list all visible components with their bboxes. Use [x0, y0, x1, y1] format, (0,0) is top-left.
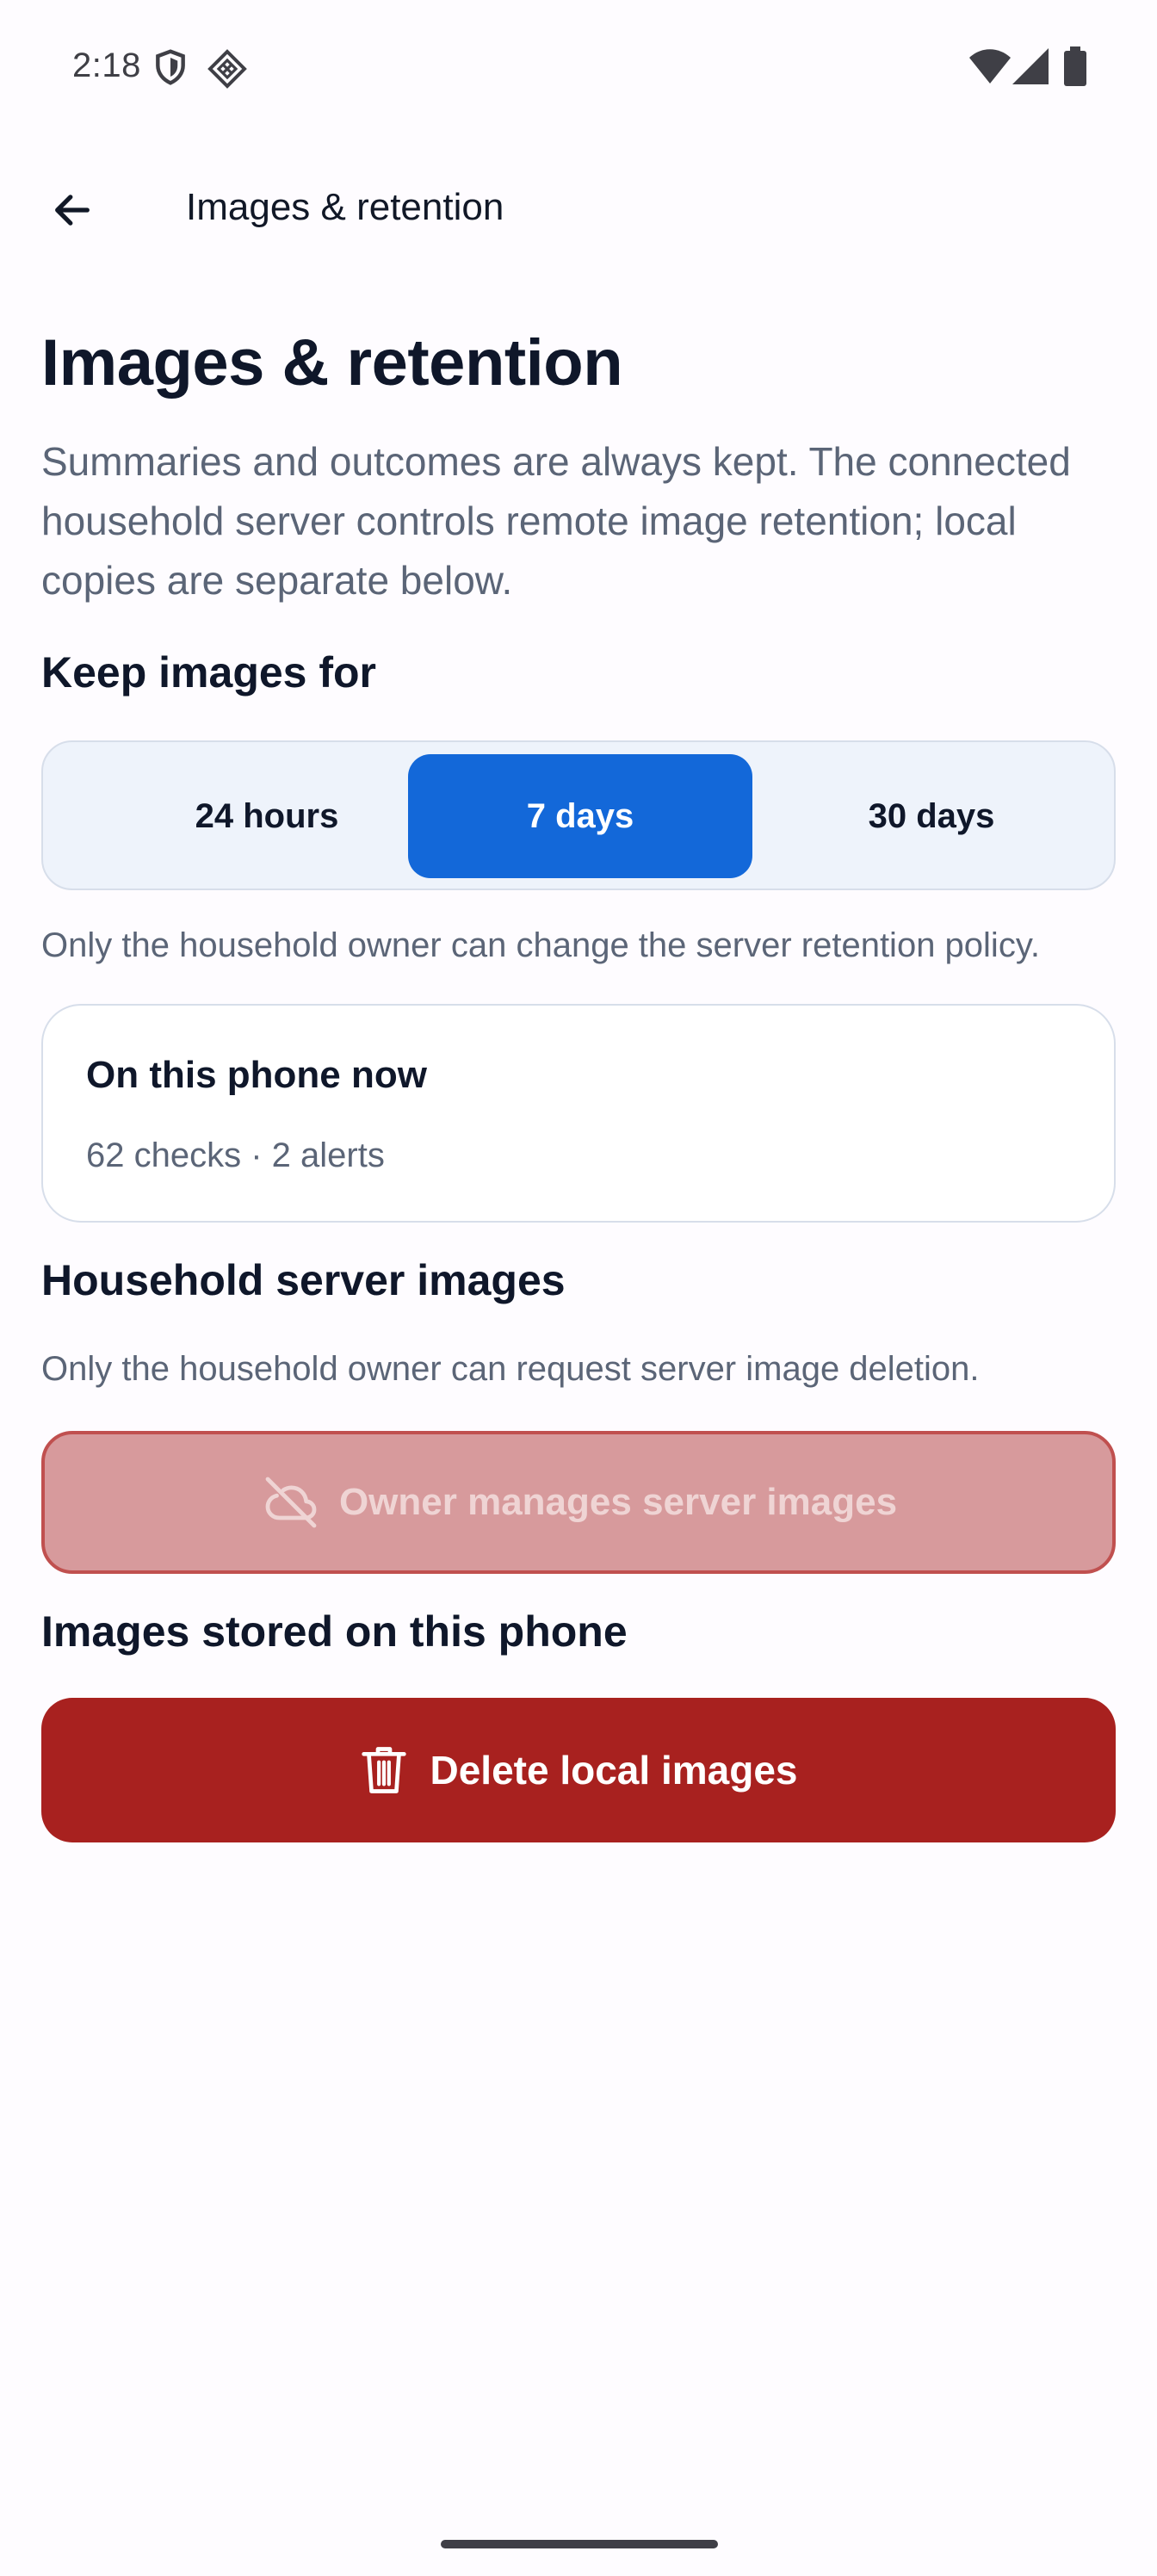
app-bar-title: Images & retention	[186, 186, 504, 228]
battery-icon	[1064, 46, 1086, 86]
retention-option-7-days[interactable]: 7 days	[408, 754, 752, 878]
home-indicator[interactable]	[441, 2540, 718, 2548]
owner-manages-server-images-button: Owner manages server images	[41, 1431, 1116, 1574]
server-images-heading: Household server images	[41, 1256, 566, 1304]
top-app-bar: Images & retention	[0, 138, 1157, 282]
phone-status-card: On this phone now 62 checks · 2 alerts	[41, 1004, 1116, 1223]
wifi-icon	[969, 49, 1011, 84]
phone-status-title: On this phone now	[86, 1054, 427, 1096]
intro-text: Summaries and outcomes are always kept. …	[41, 439, 1071, 603]
screen: 2:18 Images & retention Images & retenti…	[0, 0, 1157, 2576]
keep-images-heading: Keep images for	[41, 648, 377, 697]
phone-status-detail: 62 checks · 2 alerts	[86, 1136, 385, 1174]
local-images-heading: Images stored on this phone	[41, 1607, 628, 1656]
retention-selector: 24 hours 7 days 30 days	[41, 740, 1116, 890]
status-bar: 2:18	[0, 0, 1157, 138]
status-time: 2:18	[72, 46, 141, 84]
retention-option-30-days[interactable]: 30 days	[759, 754, 1104, 878]
owner-manages-server-images-label: Owner manages server images	[338, 1481, 898, 1523]
delete-local-images-button[interactable]: Delete local images	[41, 1698, 1116, 1842]
delete-local-images-label: Delete local images	[430, 1748, 798, 1793]
retention-policy-note: Only the household owner can change the …	[41, 926, 1040, 964]
page-title: Images & retention	[41, 326, 623, 399]
trash-icon	[361, 1747, 406, 1793]
back-button[interactable]	[34, 172, 110, 248]
arrow-left-icon	[55, 195, 90, 226]
shield-icon	[156, 49, 185, 85]
retention-option-24-hours[interactable]: 24 hours	[95, 754, 439, 878]
diamond-grid-icon	[207, 49, 247, 89]
server-deletion-note: Only the household owner can request ser…	[41, 1350, 980, 1388]
cloud-off-icon	[265, 1477, 317, 1528]
cell-signal-icon	[1012, 48, 1049, 84]
